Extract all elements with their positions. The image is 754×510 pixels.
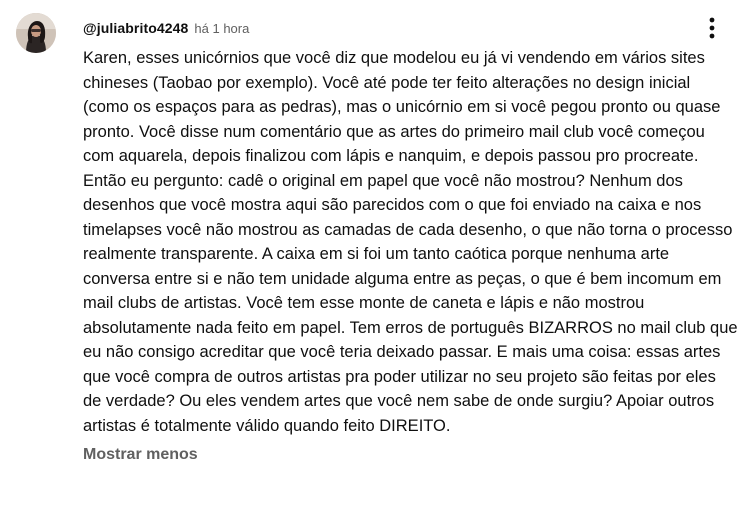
comment-text: Karen, esses unicórnios que você diz que… [83, 49, 738, 435]
author-name[interactable]: @juliabrito4248 [83, 20, 188, 36]
comment-timestamp[interactable]: há 1 hora [194, 21, 249, 36]
show-less-button[interactable]: Mostrar menos [83, 446, 198, 464]
comment-thread: @juliabrito4248 há 1 hora Karen, esses u… [0, 0, 754, 510]
avatar-image [16, 13, 56, 53]
more-vertical-icon [709, 17, 715, 39]
avatar[interactable] [16, 13, 56, 53]
comment-header: @juliabrito4248 há 1 hora [83, 16, 743, 40]
comment-menu-button[interactable] [698, 14, 726, 42]
comment-body: @juliabrito4248 há 1 hora Karen, esses u… [83, 16, 743, 464]
